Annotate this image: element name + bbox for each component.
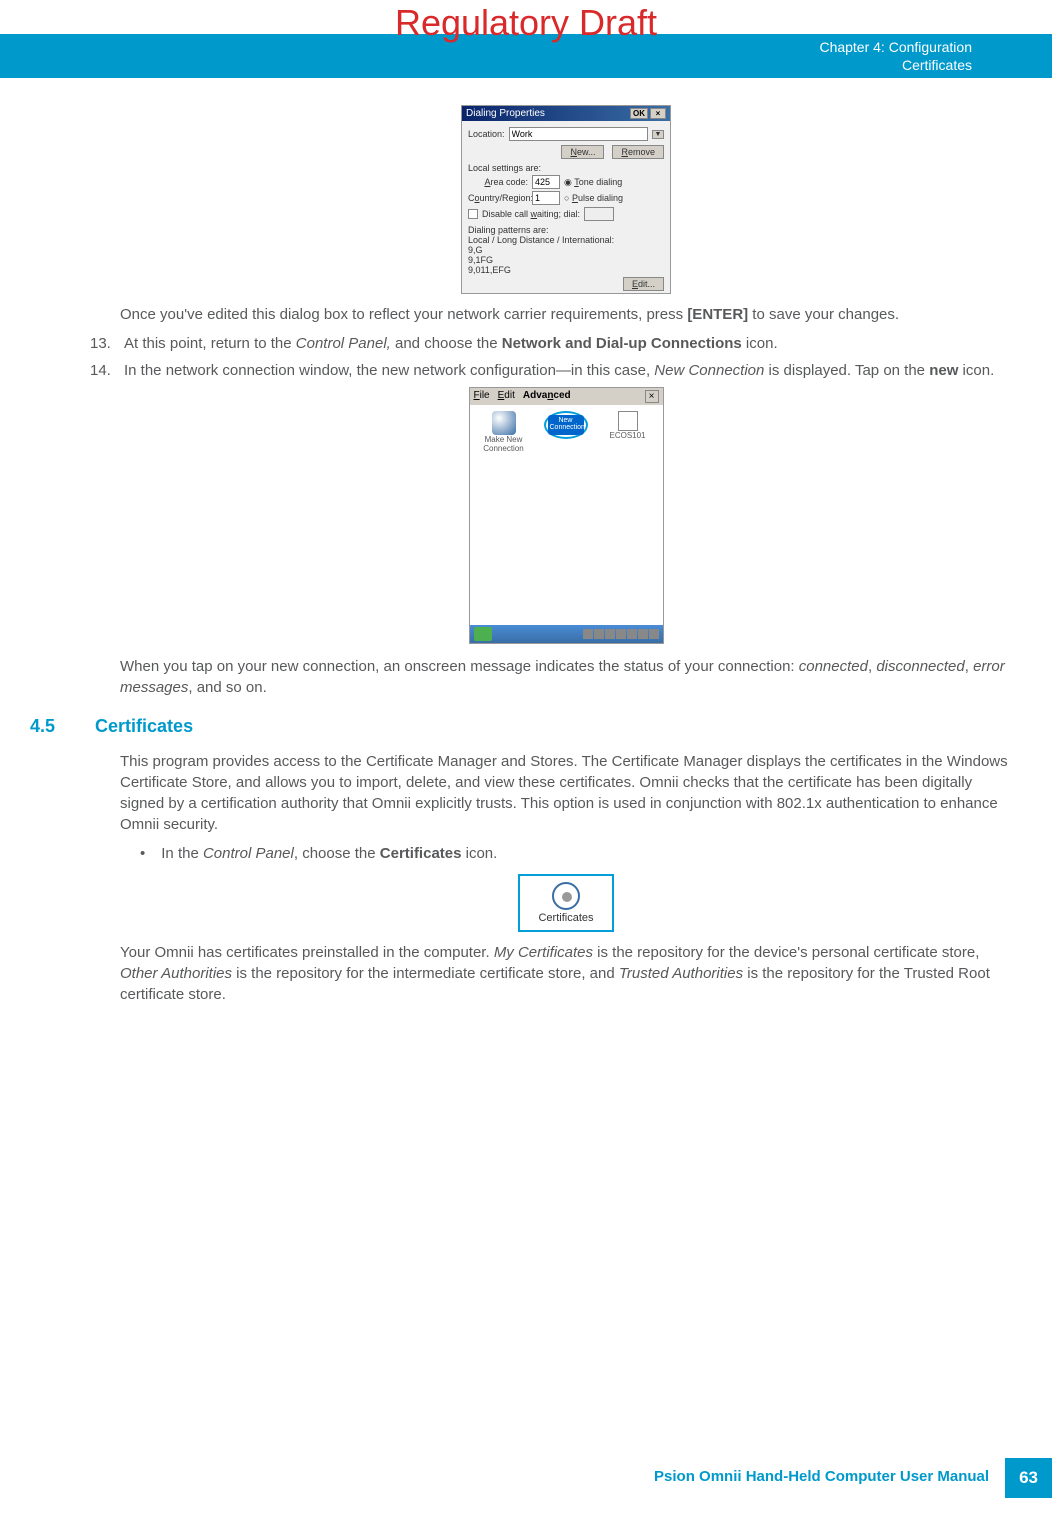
menu-file[interactable]: File [474, 390, 490, 403]
tray-icon[interactable] [627, 629, 637, 639]
close-button[interactable]: × [645, 390, 659, 403]
step-14: 14. In the network connection window, th… [90, 360, 1012, 381]
area-code-label: Area code: [468, 177, 528, 187]
connection-icon: New Connection [548, 415, 584, 435]
certificates-label: Certificates [538, 912, 593, 924]
tray-icon[interactable] [616, 629, 626, 639]
tray-icon[interactable] [605, 629, 615, 639]
bullet-control-panel: • In the Control Panel, choose the Certi… [140, 843, 1012, 864]
area-code-input[interactable] [532, 175, 560, 189]
country-label: Country/Region: [468, 193, 528, 203]
close-button[interactable]: × [650, 108, 666, 119]
ok-button[interactable]: OK [630, 108, 648, 119]
footer-text: Psion Omnii Hand-Held Computer User Manu… [638, 1458, 1005, 1498]
connections-window: File Edit Advanced × Make New Connection… [469, 387, 664, 644]
remove-button[interactable]: Remove [612, 145, 664, 159]
para-certificates-repos: Your Omnii has certificates preinstalled… [120, 942, 1012, 1005]
figure-dialing-properties: Dialing Properties OK × Location: ▼ NNew… [120, 105, 1012, 294]
menu-advanced[interactable]: Advanced [523, 390, 571, 403]
patterns-sub: Local / Long Distance / International: [468, 235, 664, 245]
network-icon [618, 411, 638, 431]
pattern-3: 9,011,EFG [468, 265, 664, 275]
dialing-properties-dialog: Dialing Properties OK × Location: ▼ NNew… [461, 105, 671, 294]
dial-input [584, 207, 614, 221]
tray-icon[interactable] [649, 629, 659, 639]
menubar: File Edit Advanced × [470, 388, 663, 405]
step-num: 14. [90, 360, 112, 381]
step-text: In the network connection window, the ne… [124, 360, 994, 381]
location-label: Location: [468, 129, 505, 139]
tray-icon[interactable] [583, 629, 593, 639]
system-tray [583, 629, 659, 639]
dialog-title: Dialing Properties [466, 108, 545, 119]
pattern-2: 9,1FG [468, 255, 664, 265]
disable-waiting-label: Disable call waiting; dial: [482, 209, 580, 219]
certificates-icon-box[interactable]: Certificates [518, 874, 613, 932]
para-enter: Once you've edited this dialog box to re… [120, 304, 1012, 325]
titlebar: Dialing Properties OK × [462, 106, 670, 121]
watermark: Regulatory Draft [395, 2, 657, 44]
step-text: At this point, return to the Control Pan… [124, 333, 778, 354]
tray-icon[interactable] [638, 629, 648, 639]
figure-certificates-icon: Certificates [120, 874, 1012, 932]
pattern-1: 9,G [468, 245, 664, 255]
disable-waiting-checkbox[interactable] [468, 209, 478, 219]
footer: Psion Omnii Hand-Held Computer User Manu… [638, 1458, 1052, 1498]
start-button[interactable] [474, 627, 492, 641]
para-certificates-intro: This program provides access to the Cert… [120, 751, 1012, 835]
taskbar [470, 625, 663, 643]
new-connection-icon[interactable]: New Connection [538, 411, 594, 439]
section-line: Certificates [0, 56, 972, 74]
bullet-text: In the Control Panel, choose the Certifi… [161, 843, 497, 864]
make-new-connection-icon[interactable]: Make New Connection [476, 411, 532, 453]
section-title: Certificates [95, 716, 193, 737]
dropdown-arrow-icon[interactable]: ▼ [652, 130, 664, 139]
local-settings-label: Local settings are: [468, 163, 664, 173]
section-num: 4.5 [30, 716, 55, 737]
dialog-body: Location: ▼ NNew...ew... Remove Local se… [462, 121, 670, 293]
conn-body: Make New Connection New Connection ECOS1… [470, 405, 663, 625]
content-area: Dialing Properties OK × Location: ▼ NNew… [0, 105, 1052, 1013]
page-number: 63 [1005, 1458, 1052, 1498]
gear-icon [552, 882, 580, 910]
section-heading: 4.5 Certificates [30, 716, 1012, 737]
edit-button[interactable]: Edit... [623, 277, 664, 291]
country-input[interactable] [532, 191, 560, 205]
menu-edit[interactable]: Edit [498, 390, 515, 403]
tray-icon[interactable] [594, 629, 604, 639]
step-num: 13. [90, 333, 112, 354]
figure-connections-window: File Edit Advanced × Make New Connection… [120, 387, 1012, 646]
para-connection-status: When you tap on your new connection, an … [120, 656, 1012, 698]
ecos-icon[interactable]: ECOS101 [600, 411, 656, 440]
new-button[interactable]: NNew...ew... [561, 145, 604, 159]
bullet-dot: • [140, 843, 145, 864]
globe-icon [492, 411, 516, 435]
location-dropdown[interactable] [509, 127, 648, 141]
step-13: 13. At this point, return to the Control… [90, 333, 1012, 354]
patterns-label: Dialing patterns are: [468, 225, 664, 235]
